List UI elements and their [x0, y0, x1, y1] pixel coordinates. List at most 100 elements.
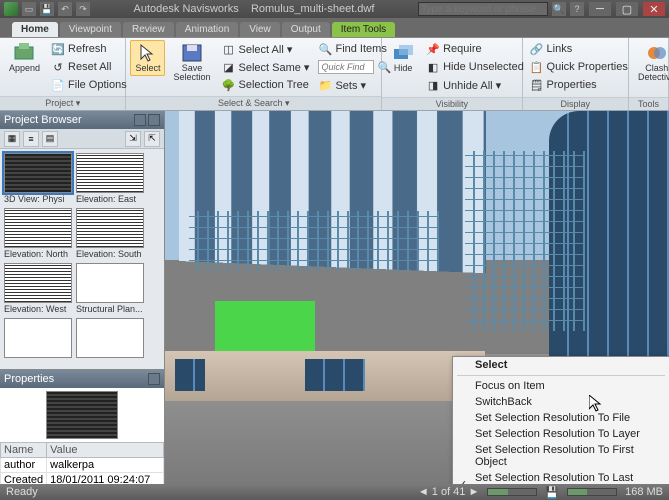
browser-tool-1-icon[interactable]: ▦	[4, 131, 20, 147]
thumb-3d[interactable]: 3D View: Physi	[4, 153, 72, 204]
browser-close-icon[interactable]	[148, 114, 160, 126]
properties-header[interactable]: Properties	[0, 370, 164, 388]
context-menu-item[interactable]: Set Selection Resolution To First Object	[453, 442, 669, 470]
panel-label-display: Display	[523, 97, 628, 110]
clash-button[interactable]: Clash Detective	[633, 40, 669, 85]
tab-viewpoint[interactable]: Viewpoint	[60, 22, 121, 37]
table-row[interactable]: Created18/01/2011 09:24:07	[1, 473, 164, 485]
thumb-east[interactable]: Elevation: East	[76, 153, 144, 204]
browser-pin-icon[interactable]	[134, 114, 146, 126]
help-icon[interactable]: ?	[570, 2, 584, 16]
thumb-west[interactable]: Elevation: West	[4, 263, 72, 314]
save-selection-icon	[180, 43, 204, 63]
hide-button[interactable]: Hide	[386, 40, 420, 76]
browser-import-icon[interactable]: ⇲	[125, 131, 141, 147]
lower-window	[175, 359, 205, 391]
lower-window	[305, 359, 365, 391]
qat-undo-icon[interactable]: ↶	[58, 2, 72, 16]
app-title: Autodesk Navisworks	[134, 3, 239, 15]
panel-label-tools: Tools	[629, 97, 668, 110]
prop-col-name[interactable]: Name	[1, 443, 47, 458]
browser-tool-3-icon[interactable]: ▤	[42, 131, 58, 147]
ribbon-tabstrip: Home Viewpoint Review Animation View Out…	[0, 18, 669, 38]
tab-output[interactable]: Output	[282, 22, 330, 37]
project-browser-panel: Project Browser ▦ ≡ ▤ ⇲ ⇱ 3D View: Physi…	[0, 111, 165, 484]
browser-toolbar: ▦ ≡ ▤ ⇲ ⇱	[0, 129, 164, 149]
properties-icon: 🗒	[530, 78, 544, 92]
links-icon: 🔗	[530, 42, 544, 56]
minimize-button[interactable]: ─	[589, 2, 611, 16]
context-menu-item[interactable]: SwitchBack	[453, 394, 669, 410]
maximize-button[interactable]: ▢	[616, 2, 638, 16]
properties-button[interactable]: 🗒Properties	[527, 76, 631, 94]
find-icon: 🔍	[318, 42, 332, 56]
selection-tree-button[interactable]: 🌳Selection Tree	[219, 76, 313, 94]
refresh-button[interactable]: 🔄Refresh	[48, 40, 130, 58]
save-selection-button[interactable]: Save Selection	[168, 40, 215, 85]
properties-title: Properties	[4, 373, 54, 385]
thumb-south[interactable]: Elevation: South	[76, 208, 144, 259]
table-row[interactable]: authorwalkerpa	[1, 458, 164, 473]
select-same-button[interactable]: ◪Select Same ▾	[219, 58, 313, 76]
progress-bar-1	[487, 488, 537, 496]
tree-icon: 🌳	[222, 78, 236, 92]
context-menu-item[interactable]: Focus on Item	[453, 378, 669, 394]
tab-item-tools[interactable]: Item Tools	[332, 22, 395, 37]
links-button[interactable]: 🔗Links	[527, 40, 631, 58]
progress-bar-2	[567, 488, 617, 496]
prop-col-value[interactable]: Value	[47, 443, 164, 458]
sets-icon: 📁	[318, 78, 332, 92]
thumb-north[interactable]: Elevation: North	[4, 208, 72, 259]
reset-icon: ↺	[51, 60, 65, 74]
select-button[interactable]: Select	[130, 40, 165, 76]
browser-export-icon[interactable]: ⇱	[144, 131, 160, 147]
thumb-extra-1[interactable]	[4, 318, 72, 358]
app-logo-icon	[4, 2, 18, 16]
clash-icon	[645, 43, 669, 63]
panel-tools: Clash Detective TimeLiner 🎬Presenter 🎞An…	[629, 38, 669, 110]
browser-title: Project Browser	[4, 114, 82, 126]
thumb-structural[interactable]: Structural Plan...	[76, 263, 144, 314]
browser-tool-2-icon[interactable]: ≡	[23, 131, 39, 147]
tab-review[interactable]: Review	[123, 22, 174, 37]
disk-icon: 💾	[545, 486, 559, 499]
refresh-icon: 🔄	[51, 42, 65, 56]
panel-label-project[interactable]: Project ▾	[0, 96, 125, 110]
context-menu-item[interactable]: Set Selection Resolution To Last Object	[453, 470, 669, 484]
status-bar: Ready ◄ 1 of 41 ► 💾 168 MB	[0, 484, 669, 500]
tab-view[interactable]: View	[240, 22, 280, 37]
select-all-button[interactable]: ◫Select All ▾	[219, 40, 313, 58]
close-button[interactable]: ✕	[643, 2, 665, 16]
qat-open-icon[interactable]: ▭	[22, 2, 36, 16]
thumb-extra-2[interactable]	[76, 318, 144, 358]
hide-unsel-icon: ◧	[426, 60, 440, 74]
cursor-icon	[136, 43, 160, 63]
context-menu-item[interactable]: Set Selection Resolution To Layer	[453, 426, 669, 442]
hide-unselected-button[interactable]: ◧Hide Unselected	[423, 58, 527, 76]
browser-header[interactable]: Project Browser	[0, 111, 164, 129]
tab-home[interactable]: Home	[12, 22, 58, 37]
unhide-all-button[interactable]: ◨Unhide All ▾	[423, 76, 527, 94]
ribbon: Append 🔄Refresh ↺Reset All 📄File Options…	[0, 38, 669, 111]
context-menu-item[interactable]: Select	[453, 357, 669, 373]
file-name: Romulus_multi-sheet.dwf	[251, 3, 375, 15]
panel-select-search: Select Save Selection ◫Select All ▾ ◪Sel…	[126, 38, 382, 110]
qat-redo-icon[interactable]: ↷	[76, 2, 90, 16]
panel-label-select[interactable]: Select & Search ▾	[126, 96, 381, 110]
quick-find-input[interactable]	[318, 60, 374, 74]
help-search-input[interactable]	[418, 2, 548, 16]
search-icon[interactable]: 🔍	[552, 2, 566, 16]
file-options-button[interactable]: 📄File Options	[48, 76, 130, 94]
tab-animation[interactable]: Animation	[176, 22, 238, 37]
context-menu-item[interactable]: Set Selection Resolution To File	[453, 410, 669, 426]
page-nav[interactable]: ◄ 1 of 41 ►	[418, 486, 480, 498]
qat-save-icon[interactable]: 💾	[40, 2, 54, 16]
3d-viewport[interactable]: SelectFocus on ItemSwitchBackSet Selecti…	[165, 111, 669, 484]
panel-project: Append 🔄Refresh ↺Reset All 📄File Options…	[0, 38, 126, 110]
reset-all-button[interactable]: ↺Reset All	[48, 58, 130, 76]
append-button[interactable]: Append	[4, 40, 45, 76]
quick-props-button[interactable]: 📋Quick Properties	[527, 58, 631, 76]
prop-min-icon[interactable]	[148, 373, 160, 385]
require-button[interactable]: 📌Require	[423, 40, 527, 58]
require-icon: 📌	[426, 42, 440, 56]
